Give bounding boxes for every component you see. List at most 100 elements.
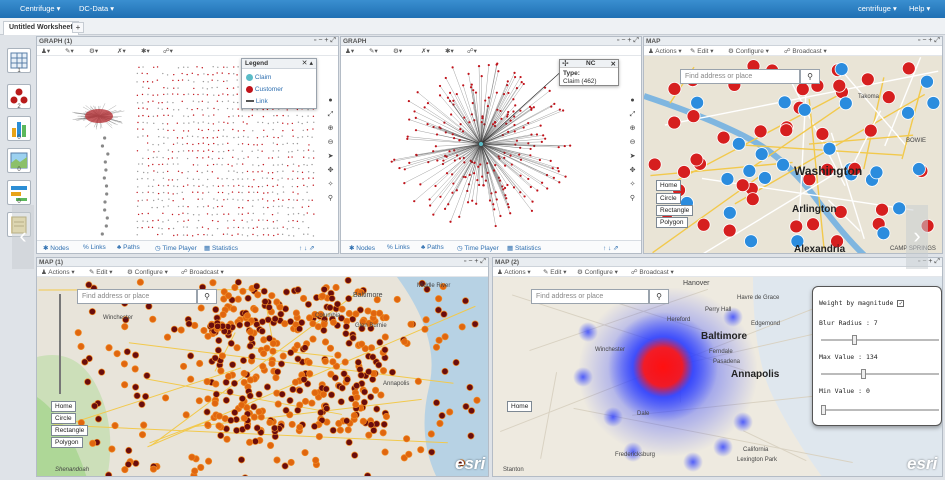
polygon-select-button[interactable]: Polygon [51,437,83,448]
home-button[interactable]: Home [51,401,77,412]
rectangle-select-button[interactable]: Rectangle [656,205,694,216]
configure-menu[interactable]: ⚙ Configure ▾ [728,47,769,55]
pan-icon[interactable]: ✥ [325,165,336,176]
map-top-search-button[interactable]: ⚲ [800,69,820,84]
center-icon[interactable]: ✧ [325,179,336,190]
max-value-slider-handle[interactable] [860,369,866,379]
graph-node [507,110,510,114]
map-top-basemap[interactable] [644,56,943,254]
edit-menu[interactable]: ✎ Edit ▾ [89,268,113,276]
broadcast-menu[interactable]: ☍ Broadcast ▾ [784,47,827,55]
panel-window-controls[interactable]: ▫ − + ⤢ [314,37,336,45]
edit-tool-icon[interactable]: ✎▾ [369,47,378,55]
map-1-basemap[interactable] [37,276,489,477]
tooltip-close-icon[interactable]: ✕ [611,60,616,68]
panel-window-controls[interactable]: ▫ − + ⤢ [918,37,940,45]
graph-2-nav-icons[interactable]: ↑ ↓ ⇗ [603,244,619,252]
select-tool-icon[interactable]: ♟▾ [41,47,50,55]
map-1-search-input[interactable]: Find address or place [77,289,197,304]
nodes-tab[interactable]: ✱ Nodes [349,244,375,252]
configure-tool-icon[interactable]: ⚙▾ [393,47,402,55]
map-2-search-button[interactable]: ⚲ [649,289,669,304]
panel-window-controls[interactable]: ▫ − + ⤢ [617,37,639,45]
min-value-slider[interactable] [821,405,939,415]
layout-tool-icon[interactable]: ✱▾ [445,47,454,55]
panel-window-controls[interactable]: ▫ − + ⤢ [464,258,486,266]
next-arrow-icon[interactable]: › [906,205,928,269]
select-mode-icon[interactable]: ● [325,95,336,106]
rectangle-select-button[interactable]: Rectangle [51,425,89,436]
select-tool-icon[interactable]: ♟▾ [345,47,354,55]
edit-tool-icon[interactable]: ✎▾ [65,47,74,55]
map-1-zoom-slider[interactable] [59,294,65,394]
broadcast-tool-icon[interactable]: ☍▾ [163,47,173,55]
edit-menu[interactable]: ✎ Edit ▾ [690,47,714,55]
paths-tab[interactable]: ♣ Paths [117,244,140,251]
user-menu[interactable]: centrifuge ▾ [858,4,897,13]
blur-radius-slider-handle[interactable] [851,335,857,345]
configure-menu[interactable]: ⚙ Configure ▾ [577,268,618,276]
fit-icon[interactable]: ⤢ [325,109,336,120]
legend-close-icon[interactable]: ✕ ▴ [302,59,313,67]
edit-menu[interactable]: ✎ Edit ▾ [543,268,567,276]
paths-tab[interactable]: ♣ Paths [421,244,444,251]
add-worksheet-button[interactable]: + [72,22,84,33]
zoom-out-icon[interactable]: ⊖ [325,137,336,148]
wrench-tool-icon[interactable]: ✗▾ [421,47,430,55]
help-menu[interactable]: Help ▾ [909,4,930,13]
blur-radius-slider[interactable] [821,335,939,345]
graph-node [242,227,244,229]
zoom-out-icon[interactable]: ⊖ [627,137,638,148]
home-button[interactable]: Home [507,401,533,412]
search-icon[interactable]: ⚲ [325,193,336,204]
select-mode-icon[interactable]: ● [627,95,638,106]
legend-item-claim[interactable]: Claim [246,74,271,81]
map-top-canvas[interactable]: Washington Arlington Alexandria BOWIE CA… [644,56,942,253]
map-2-search-input[interactable]: Find address or place [531,289,649,304]
broadcast-menu[interactable]: ☍ Broadcast ▾ [631,268,674,276]
wrench-tool-icon[interactable]: ✗▾ [117,47,126,55]
dataview-menu[interactable]: DC-Data ▾ [79,4,114,13]
legend-item-customer[interactable]: Customer [246,86,283,93]
broadcast-tool-icon[interactable]: ☍▾ [467,47,477,55]
circle-select-button[interactable]: Circle [51,413,76,424]
graph-1-nav-icons[interactable]: ↑ ↓ ⇗ [299,244,315,252]
actions-menu[interactable]: ♟ Actions ▾ [497,268,531,276]
circle-select-button[interactable]: Circle [656,193,681,204]
actions-menu[interactable]: ♟ Actions ▾ [41,268,75,276]
time-player-tab[interactable]: ◷ Time Player [457,244,499,252]
pointer-icon[interactable]: ➤ [325,151,336,162]
search-icon[interactable]: ⚲ [627,193,638,204]
polygon-select-button[interactable]: Polygon [656,217,688,228]
move-icon[interactable]: ✢ [562,59,569,68]
graph-node [171,213,174,216]
actions-menu[interactable]: ♟ Actions ▾ [648,47,682,55]
statistics-tab[interactable]: ▦ Statistics [507,244,541,252]
broadcast-menu[interactable]: ☍ Broadcast ▾ [181,268,224,276]
time-player-tab[interactable]: ◷ Time Player [155,244,197,252]
tab-untitled-worksheet[interactable]: Untitled Worksheet [3,21,79,35]
previous-arrow-icon[interactable]: ‹ [12,205,34,269]
weight-checkbox[interactable]: ✓ [897,299,905,307]
pan-icon[interactable]: ✥ [627,165,638,176]
legend-item-link[interactable]: Link [246,98,268,105]
map-1-canvas[interactable]: Baltimore Columbia Glen Burnie Annapolis… [37,276,489,477]
home-button[interactable]: Home [656,180,682,191]
statistics-tab[interactable]: ▦ Statistics [204,244,238,252]
pointer-icon[interactable]: ➤ [627,151,638,162]
links-tab[interactable]: % Links [387,244,410,251]
zoom-in-icon[interactable]: ⊕ [325,123,336,134]
max-value-slider[interactable] [821,369,939,379]
configure-menu[interactable]: ⚙ Configure ▾ [127,268,168,276]
zoom-in-icon[interactable]: ⊕ [627,123,638,134]
map-top-search-input[interactable]: Find address or place [680,69,800,84]
nodes-tab[interactable]: ✱ Nodes [43,244,69,252]
fit-icon[interactable]: ⤢ [627,109,638,120]
map-1-search-button[interactable]: ⚲ [197,289,217,304]
layout-tool-icon[interactable]: ✱▾ [141,47,150,55]
centrifuge-menu[interactable]: Centrifuge ▾ [20,4,60,13]
links-tab[interactable]: % Links [83,244,106,251]
center-icon[interactable]: ✧ [627,179,638,190]
min-value-slider-handle[interactable] [821,405,826,415]
configure-tool-icon[interactable]: ⚙▾ [89,47,98,55]
